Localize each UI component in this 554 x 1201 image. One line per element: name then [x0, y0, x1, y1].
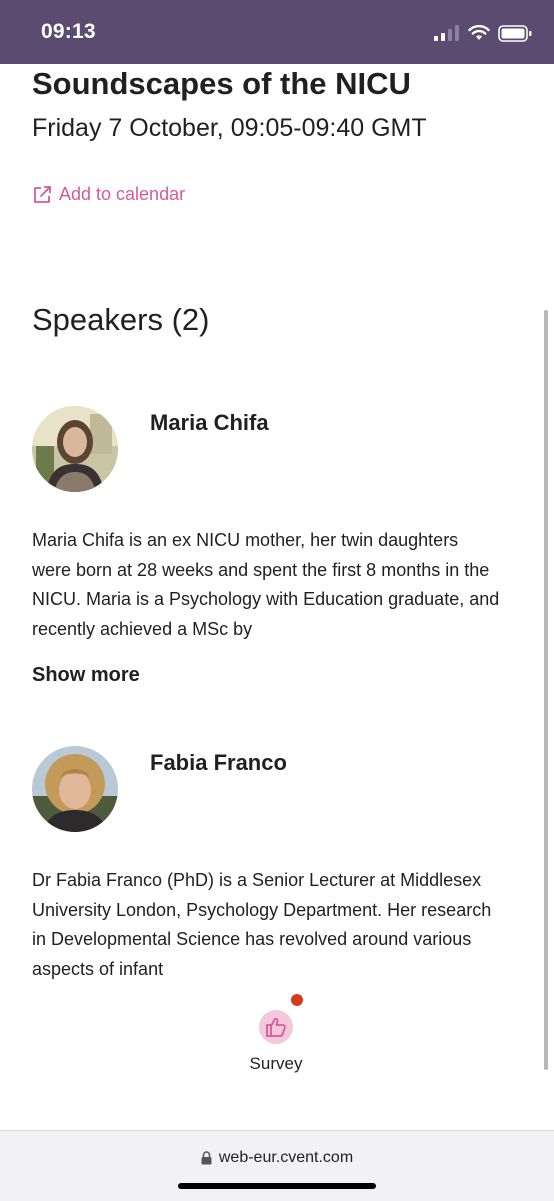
signal-icon [434, 25, 459, 41]
add-to-calendar-link[interactable]: Add to calendar [32, 184, 185, 205]
wifi-icon [468, 25, 490, 40]
home-indicator[interactable] [178, 1183, 376, 1189]
lock-icon [201, 1151, 212, 1165]
speaker-name: Maria Chifa [150, 410, 269, 435]
survey-button[interactable]: Survey [226, 994, 326, 1074]
url-text: web-eur.cvent.com [218, 1149, 354, 1166]
survey-label: Survey [249, 1054, 303, 1073]
address-bar[interactable]: web-eur.cvent.com [0, 1149, 554, 1167]
thumbs-up-icon [266, 1017, 286, 1037]
event-title: Soundscapes of the NICU [32, 66, 411, 101]
event-datetime: Friday 7 October, 09:05-09:40 GMT [32, 114, 427, 142]
survey-icon-wrap[interactable] [259, 994, 303, 1044]
speaker-name: Fabia Franco [150, 750, 287, 775]
status-icons [434, 22, 532, 44]
add-to-calendar-label: Add to calendar [59, 184, 186, 204]
battery-icon [498, 24, 532, 42]
scrollbar[interactable] [544, 310, 548, 1070]
speaker-bio: Maria Chifa is an ex NICU mother, her tw… [32, 530, 500, 639]
show-more-button[interactable]: Show more [32, 664, 140, 687]
status-bar: 09:13 [0, 0, 554, 64]
external-link-icon [34, 185, 51, 203]
page-content: Soundscapes of the NICU Friday 7 October… [0, 64, 554, 1130]
browser-bar: web-eur.cvent.com [0, 1130, 554, 1201]
speaker-avatar-maria-chifa[interactable] [32, 406, 118, 492]
speaker-avatar-fabia-franco[interactable] [32, 746, 118, 832]
speakers-heading: Speakers (2) [32, 302, 210, 337]
notification-dot [291, 994, 303, 1006]
status-time: 09:13 [41, 20, 96, 43]
speaker-bio: Dr Fabia Franco (PhD) is a Senior Lectur… [32, 870, 492, 979]
